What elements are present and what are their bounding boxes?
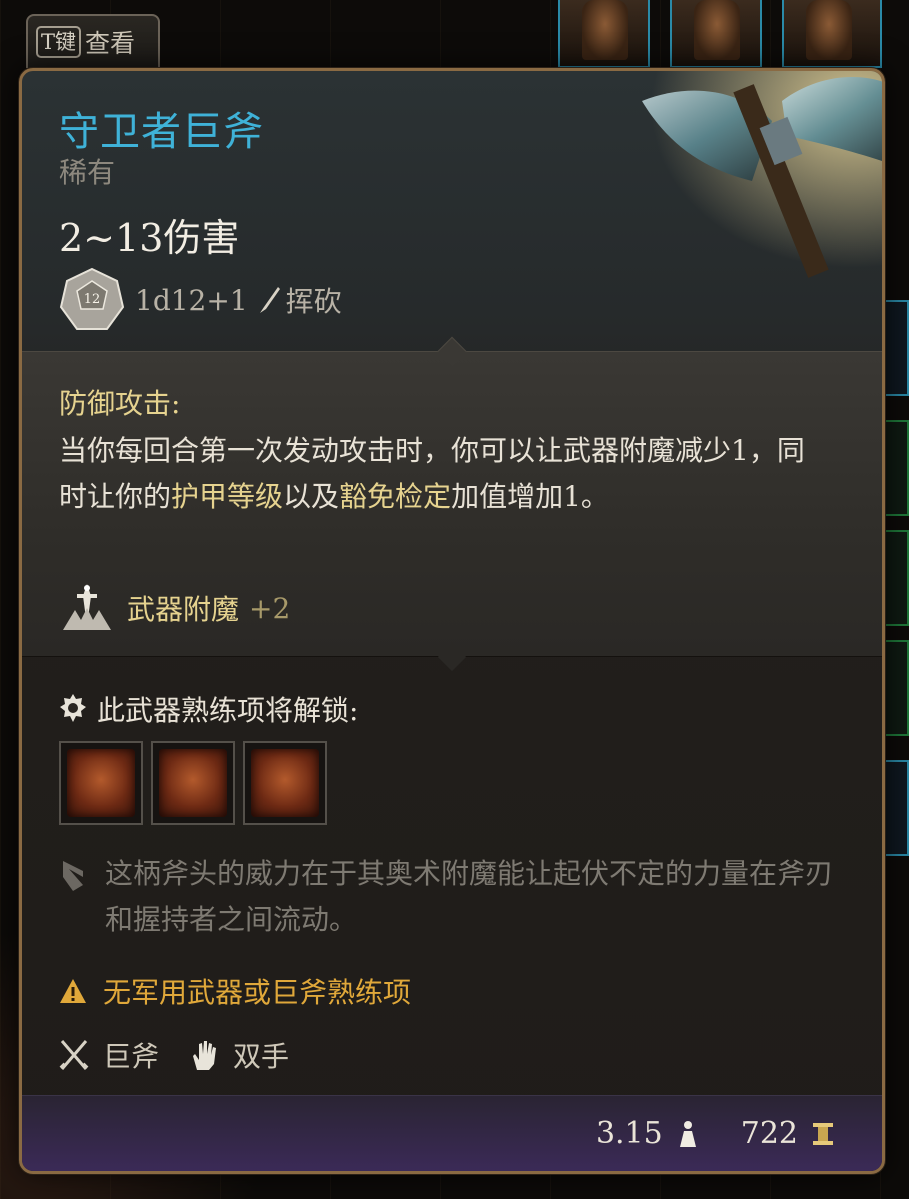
greataxe-icon bbox=[622, 71, 882, 291]
gold-coin-icon bbox=[813, 1122, 833, 1145]
weapon-action-icon bbox=[251, 749, 319, 817]
flavor-text: 这柄斧头的威力在于其奥术附魔能让起伏不定的力量在斧刃和握持者之间流动。 bbox=[105, 857, 834, 936]
item-name: 守卫者巨斧 bbox=[59, 109, 264, 155]
action-slot-2[interactable] bbox=[151, 741, 235, 825]
lore-quill-icon bbox=[63, 861, 83, 891]
svg-text:12: 12 bbox=[84, 292, 101, 307]
gold-value: 722 bbox=[740, 1116, 798, 1151]
armor-class-keyword[interactable]: 护甲等级 bbox=[171, 480, 283, 513]
dice-row: 12 1d12+1 挥砍 bbox=[59, 265, 342, 335]
side-slot[interactable] bbox=[883, 300, 909, 396]
warning-icon bbox=[60, 979, 86, 1003]
item-footer: 3.15 722 bbox=[22, 1095, 882, 1171]
passive-description: 当你每回合第一次发动攻击时，你可以让武器附魔减少1，同时让你的护甲等级以及豁免检… bbox=[59, 428, 819, 520]
action-slot-1[interactable] bbox=[59, 741, 143, 825]
key-cap: T键 bbox=[36, 26, 82, 58]
inventory-slot-2[interactable] bbox=[670, 0, 762, 68]
flavor-row: 这柄斧头的威力在于其奥术附魔能让起伏不定的力量在斧刃和握持者之间流动。 bbox=[59, 851, 845, 943]
side-slot[interactable] bbox=[883, 640, 909, 736]
damage-type: 挥砍 bbox=[285, 285, 342, 318]
enchantment-icon bbox=[63, 584, 111, 630]
weapon-type: 巨斧 bbox=[103, 1040, 160, 1073]
handedness: 双手 bbox=[233, 1040, 290, 1073]
proficiency-heading: 此武器熟练项将解锁: bbox=[59, 689, 358, 729]
armor-thumbnail bbox=[694, 0, 740, 60]
weapon-action-icon bbox=[67, 749, 135, 817]
inventory-slot-1[interactable] bbox=[558, 0, 650, 68]
passive-section: 防御攻击: 当你每回合第一次发动攻击时，你可以让武器附魔减少1，同时让你的护甲等… bbox=[22, 336, 882, 672]
details-section: 此武器熟练项将解锁: 这柄斧头的威力在于其奥术附魔能让起伏不定的力量在斧刃和握持… bbox=[22, 655, 882, 1171]
inspect-label: 查看 bbox=[85, 29, 136, 58]
d12-dice-icon: 12 bbox=[59, 267, 125, 330]
proficiency-badge-icon bbox=[60, 694, 86, 722]
crossed-swords-icon bbox=[59, 1040, 89, 1070]
desc-text: 以及 bbox=[283, 480, 340, 513]
weight-value: 3.15 bbox=[595, 1116, 663, 1151]
enchantment-label: 武器附魔 bbox=[127, 593, 240, 626]
warning-row: 无军用武器或巨斧熟练项 bbox=[59, 971, 411, 1011]
side-slot[interactable] bbox=[883, 530, 909, 626]
warning-text: 无军用武器或巨斧熟练项 bbox=[103, 976, 412, 1009]
passive-title: 防御攻击: bbox=[59, 387, 181, 420]
side-slot[interactable] bbox=[883, 760, 909, 856]
desc-text: 加值增加1。 bbox=[451, 480, 609, 513]
saving-throw-keyword[interactable]: 豁免检定 bbox=[339, 480, 451, 513]
damage-range: 2~13伤害 bbox=[59, 216, 240, 260]
weapon-tags: 巨斧 双手 bbox=[59, 1035, 319, 1075]
game-screen: T键 查看 守卫者巨斧 稀有 2~13伤害 12 1d12+1 挥砍 防御攻击:… bbox=[0, 0, 909, 1199]
unlocked-actions bbox=[59, 741, 327, 825]
inventory-slot-3[interactable] bbox=[782, 0, 882, 68]
enchantment-row: 武器附魔 +2 bbox=[59, 580, 290, 636]
item-tooltip: 守卫者巨斧 稀有 2~13伤害 12 1d12+1 挥砍 防御攻击: 当你每回合… bbox=[19, 68, 885, 1174]
armor-thumbnail bbox=[582, 0, 628, 60]
weapon-action-icon bbox=[159, 749, 227, 817]
side-slot[interactable] bbox=[883, 420, 909, 516]
dice-formula: 1d12+1 bbox=[135, 283, 248, 317]
slashing-icon bbox=[259, 287, 280, 313]
hand-icon bbox=[193, 1041, 217, 1070]
armor-thumbnail bbox=[806, 0, 852, 60]
enchantment-value: +2 bbox=[249, 591, 291, 625]
inspect-key-hint[interactable]: T键 查看 bbox=[26, 14, 160, 68]
divider-notch bbox=[437, 336, 467, 367]
item-rarity: 稀有 bbox=[59, 156, 116, 189]
action-slot-3[interactable] bbox=[243, 741, 327, 825]
proficiency-heading-text: 此武器熟练项将解锁: bbox=[97, 694, 359, 727]
weight-icon bbox=[679, 1120, 696, 1147]
